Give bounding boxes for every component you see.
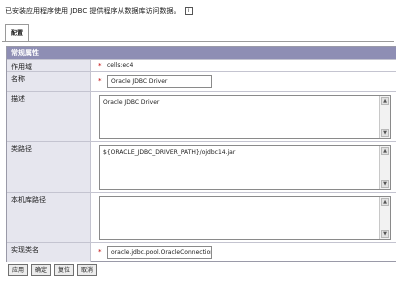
description-textarea[interactable]: Oracle JDBC Driver ▲ ▼ <box>99 95 391 139</box>
scroll-down-icon[interactable]: ▼ <box>381 129 389 137</box>
scroll-up-icon[interactable]: ▲ <box>381 147 389 155</box>
classpath-label: 类路径 <box>7 142 91 193</box>
required-marker: * <box>98 77 102 85</box>
impl-class-label: 实现类名 <box>7 243 91 262</box>
native-path-textarea[interactable]: ▲ ▼ <box>99 196 391 240</box>
tab-configuration[interactable]: 配置 <box>5 24 29 42</box>
impl-class-input[interactable]: oracle.jdbc.pool.OracleConnectionP <box>107 246 212 259</box>
reset-button[interactable]: 复位 <box>54 264 74 276</box>
required-marker: * <box>98 248 102 256</box>
help-icon[interactable]: i <box>184 7 193 15</box>
name-input[interactable]: Oracle JDBC Driver <box>107 75 212 88</box>
cancel-button[interactable]: 取消 <box>77 264 97 276</box>
row-name: 名称 * Oracle JDBC Driver <box>7 71 396 92</box>
name-label: 名称 <box>7 72 91 92</box>
tab-bar: 配置 <box>2 24 394 42</box>
scroll-down-icon[interactable]: ▼ <box>381 180 389 188</box>
classpath-text: ${ORACLE_JDBC_DRIVER_PATH}/ojdbc14.jar <box>103 149 236 156</box>
native-path-scrollbar[interactable]: ▲ ▼ <box>379 197 390 239</box>
section-header: 常规属性 <box>7 47 396 59</box>
tab-divider <box>2 41 394 42</box>
apply-button[interactable]: 应用 <box>8 264 28 276</box>
scroll-up-icon[interactable]: ▲ <box>381 97 389 105</box>
description-text: Oracle JDBC Driver <box>103 99 160 106</box>
required-marker: * <box>98 62 102 70</box>
intro-label: 已安装应用程序使用 JDBC 提供程序从数据库访问数据。 <box>5 7 181 15</box>
description-scrollbar[interactable]: ▲ ▼ <box>379 96 390 138</box>
scroll-down-icon[interactable]: ▼ <box>381 230 389 238</box>
classpath-scrollbar[interactable]: ▲ ▼ <box>379 146 390 189</box>
classpath-textarea[interactable]: ${ORACLE_JDBC_DRIVER_PATH}/ojdbc14.jar ▲… <box>99 145 391 190</box>
scroll-up-icon[interactable]: ▲ <box>381 198 389 206</box>
row-classpath: 类路径 ${ORACLE_JDBC_DRIVER_PATH}/ojdbc14.j… <box>7 141 396 193</box>
scope-value: cells:ec4 <box>107 62 134 69</box>
ok-button[interactable]: 确定 <box>31 264 51 276</box>
native-path-label: 本机库路径 <box>7 193 91 243</box>
intro-text: 已安装应用程序使用 JDBC 提供程序从数据库访问数据。 i <box>5 6 193 16</box>
properties-panel: 常规属性 作用域 * cells:ec4 名称 * Oracle JDBC Dr… <box>6 46 396 262</box>
row-implementation-class: 实现类名 * oracle.jdbc.pool.OracleConnection… <box>7 242 396 262</box>
row-description: 描述 Oracle JDBC Driver ▲ ▼ <box>7 91 396 142</box>
row-native-library-path: 本机库路径 ▲ ▼ <box>7 192 396 243</box>
description-label: 描述 <box>7 92 91 142</box>
